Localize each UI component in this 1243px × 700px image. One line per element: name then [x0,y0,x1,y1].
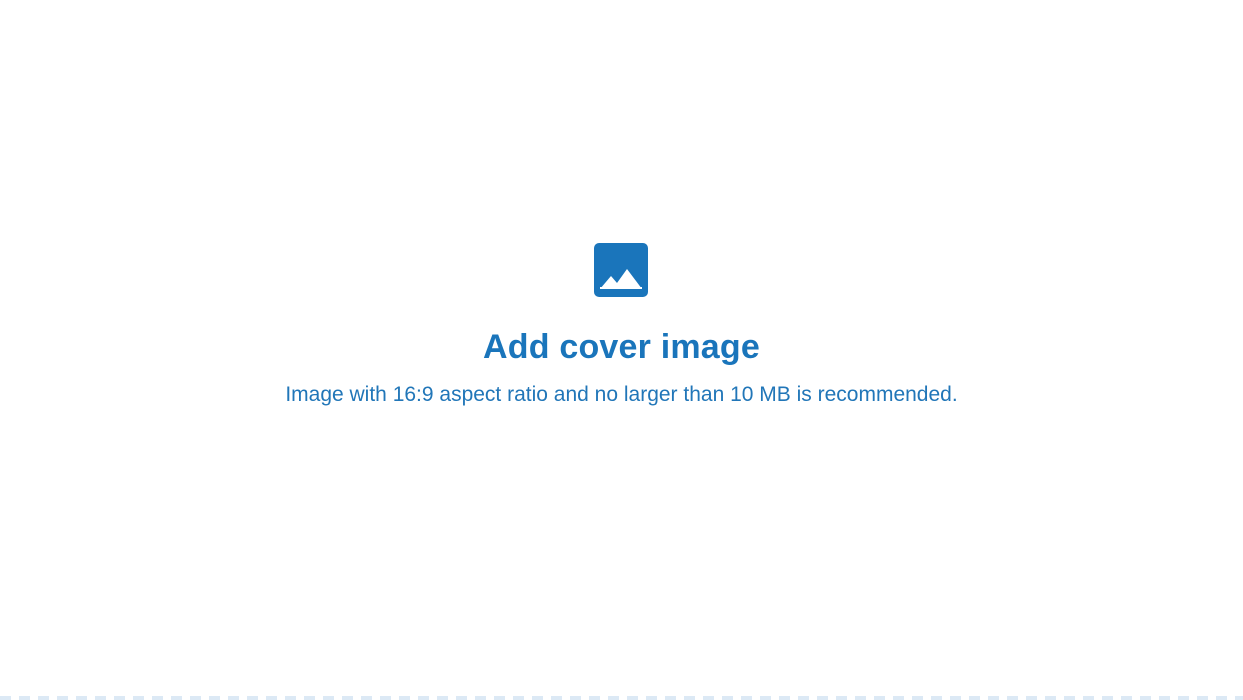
cover-image-hint: Image with 16:9 aspect ratio and no larg… [285,383,958,406]
image-icon [594,243,648,297]
add-cover-image-title: Add cover image [483,328,760,366]
cover-image-dropzone[interactable]: Add cover image Image with 16:9 aspect r… [0,0,1243,700]
dropzone-dashed-border [0,696,1243,700]
